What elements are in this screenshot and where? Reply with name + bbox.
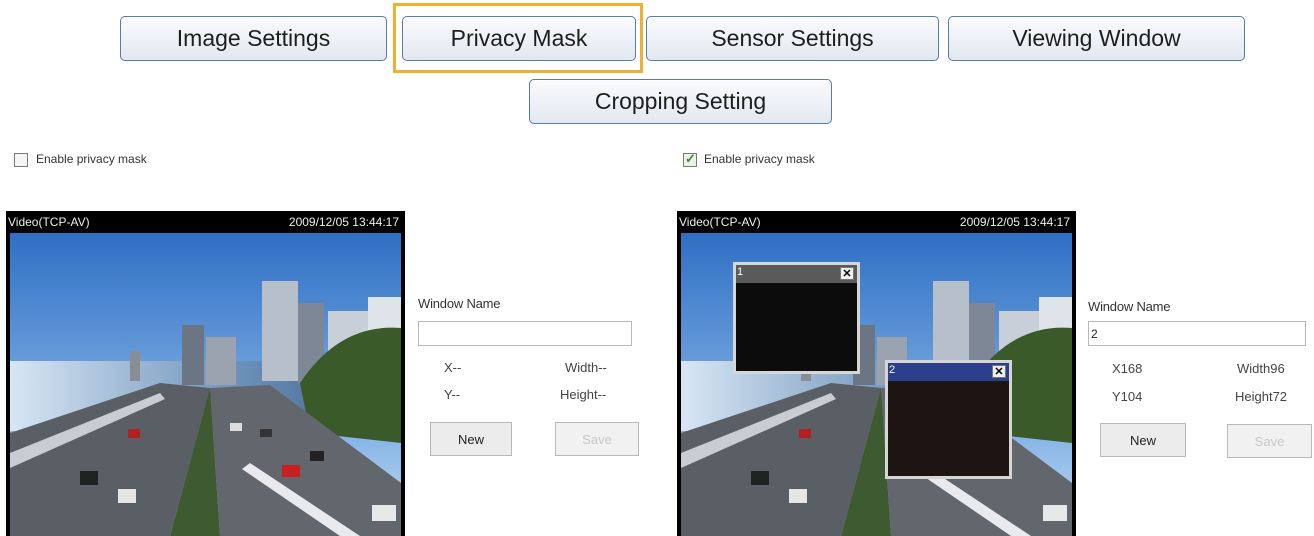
video-view[interactable]: Video(TCP-AV) 2009/12/05 13:44:17 bbox=[677, 211, 1076, 536]
tab-sensor-settings[interactable]: Sensor Settings bbox=[646, 16, 939, 61]
window-name-label: Window Name bbox=[1088, 299, 1171, 314]
window-name-input[interactable] bbox=[1088, 321, 1306, 346]
mask-1-name: 1 bbox=[737, 266, 744, 278]
close-icon[interactable]: ✕ bbox=[840, 267, 854, 280]
mask-1-title-bar[interactable]: 1 ✕ bbox=[736, 265, 857, 283]
x-value: X168 bbox=[1112, 361, 1143, 376]
privacy-mask-window-1[interactable]: 1 ✕ bbox=[733, 262, 860, 374]
privacy-mask-window-2[interactable]: 2 ✕ bbox=[885, 360, 1012, 479]
window-name-label: Window Name bbox=[418, 296, 501, 311]
video-title-bar: Video(TCP-AV) 2009/12/05 13:44:17 bbox=[6, 211, 405, 233]
enable-privacy-mask-label: Enable privacy mask bbox=[704, 152, 815, 166]
x-value: X-- bbox=[444, 360, 462, 375]
close-icon[interactable]: ✕ bbox=[992, 365, 1006, 378]
tab-viewing-window[interactable]: Viewing Window bbox=[948, 16, 1245, 61]
new-button[interactable]: New bbox=[430, 422, 512, 456]
width-value: Width96 bbox=[1237, 361, 1285, 376]
camera-image bbox=[10, 233, 401, 536]
enable-privacy-mask-checkbox[interactable] bbox=[14, 153, 28, 167]
new-button[interactable]: New bbox=[1100, 423, 1186, 457]
window-name-input[interactable] bbox=[418, 321, 632, 346]
enable-privacy-mask-checkbox-checked[interactable] bbox=[683, 151, 697, 167]
mask-2-name: 2 bbox=[889, 364, 896, 376]
video-view[interactable]: Video(TCP-AV) 2009/12/05 13:44:17 bbox=[6, 211, 405, 536]
height-value: Height72 bbox=[1235, 389, 1288, 404]
mask-2-title-bar[interactable]: 2 ✕ bbox=[888, 363, 1009, 381]
video-title-bar: Video(TCP-AV) 2009/12/05 13:44:17 bbox=[677, 211, 1076, 233]
video-title: Video(TCP-AV) bbox=[8, 215, 90, 229]
tab-cropping-setting[interactable]: Cropping Setting bbox=[529, 79, 832, 124]
enable-privacy-mask-label: Enable privacy mask bbox=[36, 152, 147, 166]
y-value: Y104 bbox=[1112, 389, 1143, 404]
save-button[interactable]: Save bbox=[1227, 424, 1312, 458]
y-value: Y-- bbox=[444, 387, 461, 402]
video-title: Video(TCP-AV) bbox=[679, 215, 761, 229]
width-value: Width-- bbox=[565, 360, 607, 375]
tab-privacy-mask[interactable]: Privacy Mask bbox=[402, 16, 636, 61]
video-datetime: 2009/12/05 13:44:17 bbox=[959, 215, 1070, 229]
height-value: Height-- bbox=[560, 387, 607, 402]
video-datetime: 2009/12/05 13:44:17 bbox=[288, 215, 399, 229]
tab-image-settings[interactable]: Image Settings bbox=[120, 16, 387, 61]
save-button[interactable]: Save bbox=[555, 422, 639, 456]
